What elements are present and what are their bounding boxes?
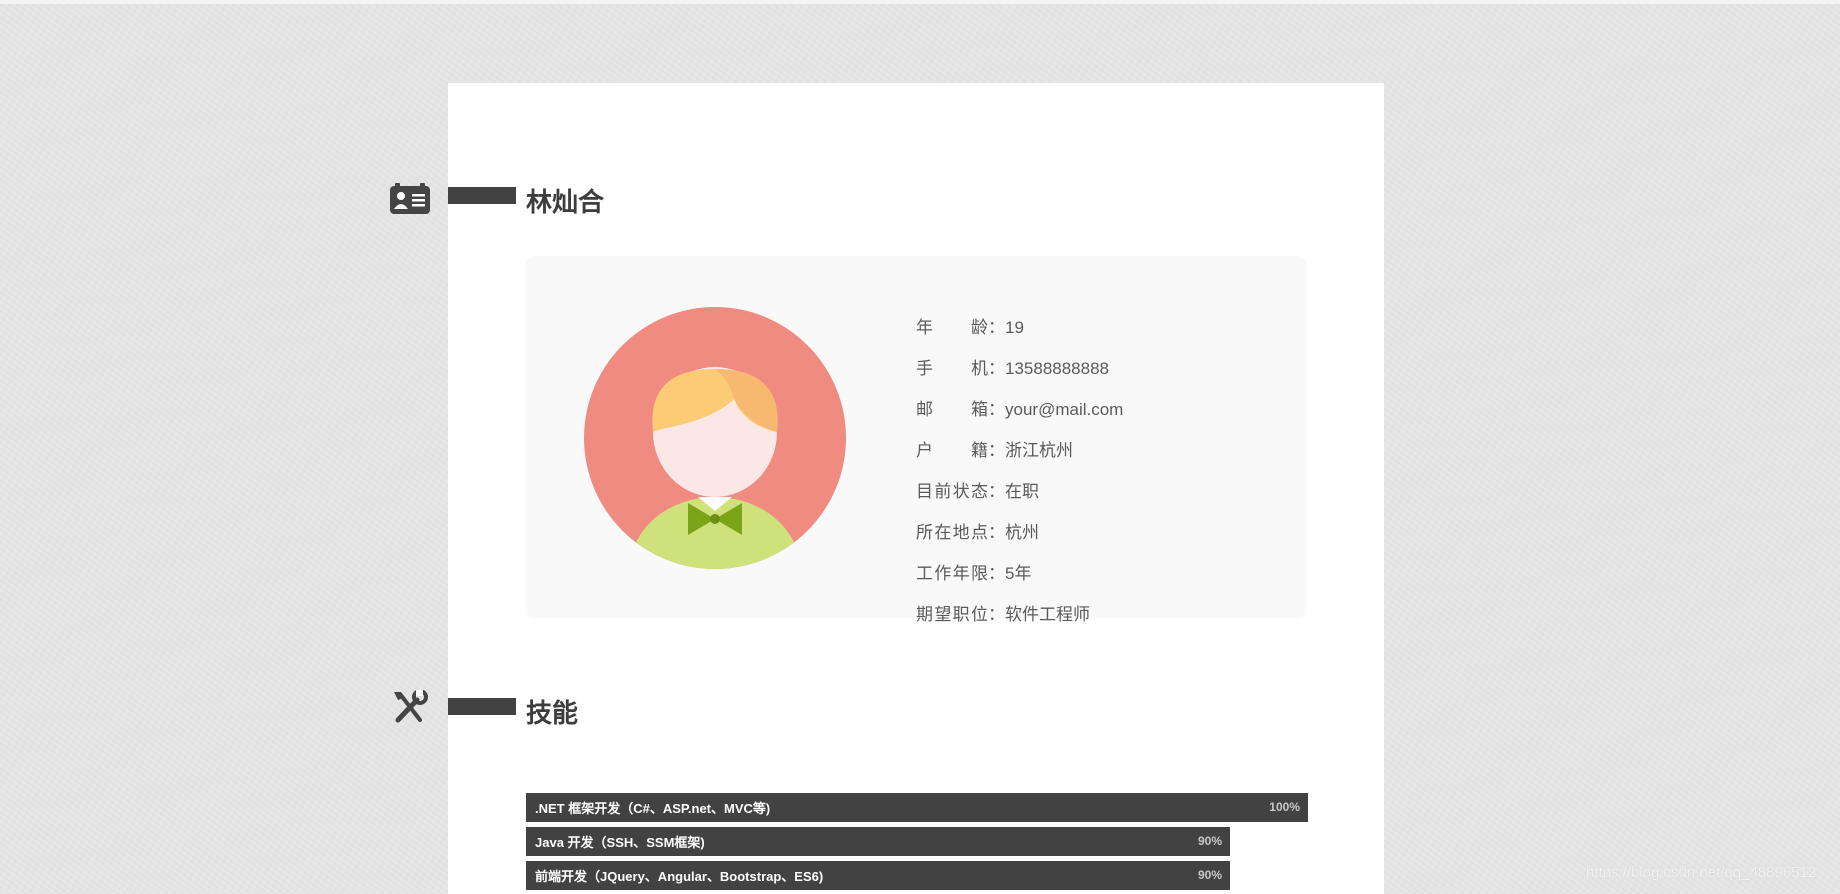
info-label: 工作年限 bbox=[916, 564, 988, 583]
info-colon: ： bbox=[988, 359, 1005, 378]
top-edge bbox=[0, 0, 1840, 4]
wrench-screwdriver-icon bbox=[394, 690, 428, 723]
info-colon: ： bbox=[988, 318, 1005, 337]
info-label: 期望职位 bbox=[916, 605, 988, 624]
skill-name: 前端开发（JQuery、Angular、Bootstrap、ES6) bbox=[535, 869, 824, 884]
info-label: 手机 bbox=[916, 359, 988, 378]
section-bar-profile bbox=[448, 187, 516, 204]
info-colon: ： bbox=[988, 441, 1005, 460]
info-label: 所在地点 bbox=[916, 523, 988, 542]
skill-bar: Java 开发（SSH、SSM框架) 90% bbox=[526, 827, 1230, 856]
skill-percent: 90% bbox=[1197, 868, 1222, 882]
info-row-status: 目前状态 ： 在职 bbox=[916, 476, 1123, 517]
info-colon: ： bbox=[988, 605, 1005, 624]
info-colon: ： bbox=[988, 564, 1005, 583]
skill-bar: .NET 框架开发（C#、ASP.net、MVC等) 100% bbox=[526, 793, 1308, 822]
watermark: https://blog.csdn.net/qq_48896512 bbox=[1586, 864, 1817, 881]
info-row-location: 所在地点 ： 杭州 bbox=[916, 517, 1123, 558]
info-colon: ： bbox=[988, 400, 1005, 419]
section-bar-skills bbox=[448, 698, 516, 715]
info-row-hometown: 户籍 ： 浙江杭州 bbox=[916, 435, 1123, 476]
info-value: 杭州 bbox=[1005, 523, 1039, 542]
skills-title: 技能 bbox=[526, 698, 579, 728]
profile-info-list: 年龄 ： 19 手机 ： 13588888888 邮箱 ： your@mail.… bbox=[916, 312, 1123, 640]
info-row-email: 邮箱 ： your@mail.com bbox=[916, 394, 1123, 435]
info-value: 在职 bbox=[1005, 482, 1039, 501]
info-colon: ： bbox=[988, 482, 1005, 501]
skill-percent: 100% bbox=[1269, 800, 1300, 814]
info-row-position: 期望职位 ： 软件工程师 bbox=[916, 599, 1123, 640]
info-row-phone: 手机 ： 13588888888 bbox=[916, 353, 1123, 394]
info-row-age: 年龄 ： 19 bbox=[916, 312, 1123, 353]
info-value: 13588888888 bbox=[1005, 359, 1110, 378]
info-row-experience: 工作年限 ： 5年 bbox=[916, 558, 1123, 599]
skill-bar: 前端开发（JQuery、Angular、Bootstrap、ES6) 90% bbox=[526, 861, 1230, 890]
info-label: 目前状态 bbox=[916, 482, 988, 501]
avatar bbox=[584, 307, 846, 569]
skill-name: .NET 框架开发（C#、ASP.net、MVC等) bbox=[535, 801, 771, 816]
info-colon: ： bbox=[988, 523, 1005, 542]
info-label: 户籍 bbox=[916, 441, 988, 460]
info-label: 年龄 bbox=[916, 318, 988, 337]
info-value: 19 bbox=[1005, 318, 1024, 337]
id-card-icon bbox=[390, 183, 430, 214]
skill-name: Java 开发（SSH、SSM框架) bbox=[535, 835, 705, 850]
info-value: 5年 bbox=[1005, 564, 1032, 583]
info-label: 邮箱 bbox=[916, 400, 988, 419]
info-value: your@mail.com bbox=[1005, 400, 1124, 419]
profile-name-title: 林灿合 bbox=[526, 187, 605, 217]
skill-percent: 90% bbox=[1197, 834, 1222, 848]
info-value: 浙江杭州 bbox=[1005, 441, 1073, 460]
info-value: 软件工程师 bbox=[1005, 605, 1090, 624]
